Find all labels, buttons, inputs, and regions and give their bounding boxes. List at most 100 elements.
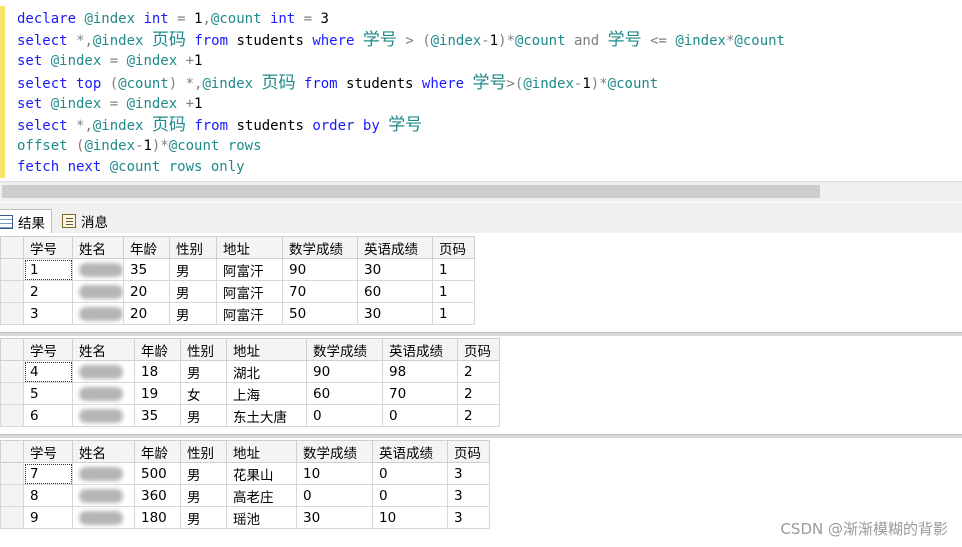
row-header-corner[interactable] <box>0 338 24 361</box>
row-header[interactable] <box>0 302 24 325</box>
code-line[interactable]: select *,@index 页码 from students order b… <box>17 115 785 136</box>
table-cell[interactable]: 男 <box>180 506 227 529</box>
name-cell-redacted[interactable] <box>72 258 124 281</box>
row-header-corner[interactable] <box>0 440 24 463</box>
code-line[interactable]: set @index = @index +1 <box>17 94 785 115</box>
grid-splitter[interactable] <box>0 332 962 336</box>
table-cell[interactable]: 2 <box>23 280 73 303</box>
table-cell[interactable]: 18 <box>134 360 181 383</box>
table-cell[interactable]: 0 <box>372 462 448 485</box>
column-header[interactable]: 年龄 <box>134 440 181 463</box>
column-header[interactable]: 数学成绩 <box>282 236 358 259</box>
code-line[interactable]: set @index = @index +1 <box>17 51 785 72</box>
table-cell[interactable]: 2 <box>457 382 500 405</box>
column-header[interactable]: 姓名 <box>72 338 135 361</box>
column-header[interactable]: 姓名 <box>72 440 135 463</box>
table-cell[interactable]: 瑶池 <box>226 506 297 529</box>
column-header[interactable]: 地址 <box>226 440 297 463</box>
column-header[interactable]: 地址 <box>216 236 283 259</box>
column-header[interactable]: 姓名 <box>72 236 124 259</box>
column-header[interactable]: 学号 <box>23 236 73 259</box>
column-header[interactable]: 页码 <box>457 338 500 361</box>
table-cell[interactable]: 500 <box>134 462 181 485</box>
table-cell[interactable]: 98 <box>382 360 458 383</box>
table-cell[interactable]: 上海 <box>226 382 307 405</box>
table-cell[interactable]: 0 <box>306 404 383 427</box>
name-cell-redacted[interactable] <box>72 360 135 383</box>
table-cell[interactable]: 男 <box>169 302 217 325</box>
row-header[interactable] <box>0 506 24 529</box>
column-header[interactable]: 年龄 <box>134 338 181 361</box>
sql-code[interactable]: declare @index int = 1,@count int = 3 sel… <box>17 9 785 179</box>
table-row[interactable]: 1 35 男阿富汗 90 30 1 <box>0 258 475 281</box>
table-cell[interactable]: 东土大唐 <box>226 404 307 427</box>
table-cell[interactable]: 7 <box>23 462 73 485</box>
table-cell[interactable]: 30 <box>357 258 433 281</box>
table-cell[interactable]: 男 <box>169 280 217 303</box>
table-cell[interactable]: 9 <box>23 506 73 529</box>
table-cell[interactable]: 男 <box>180 484 227 507</box>
table-cell[interactable]: 35 <box>134 404 181 427</box>
column-header[interactable]: 年龄 <box>123 236 170 259</box>
table-cell[interactable]: 3 <box>447 462 490 485</box>
table-cell[interactable]: 3 <box>447 506 490 529</box>
name-cell-redacted[interactable] <box>72 484 135 507</box>
table-cell[interactable]: 男 <box>169 258 217 281</box>
table-cell[interactable]: 19 <box>134 382 181 405</box>
table-cell[interactable]: 0 <box>296 484 373 507</box>
name-cell-redacted[interactable] <box>72 462 135 485</box>
table-cell[interactable]: 1 <box>432 280 475 303</box>
column-header[interactable]: 页码 <box>447 440 490 463</box>
tab-results[interactable]: 结果 <box>0 209 52 233</box>
row-header[interactable] <box>0 382 24 405</box>
column-header[interactable]: 英语成绩 <box>372 440 448 463</box>
table-cell[interactable]: 90 <box>282 258 358 281</box>
code-line[interactable]: select *,@index 页码 from students where 学… <box>17 30 785 51</box>
table-cell[interactable]: 0 <box>372 484 448 507</box>
result-grid-1[interactable]: 学号 姓名 年龄 性别 地址 数学成绩 英语成绩 页码 1 35 男阿富汗 90 30 1 2 20 男阿富汗 7… <box>0 236 475 325</box>
table-row[interactable]: 2 20 男阿富汗 70 60 1 <box>0 280 475 303</box>
table-cell[interactable]: 90 <box>306 360 383 383</box>
table-cell[interactable]: 10 <box>372 506 448 529</box>
scrollbar-thumb[interactable] <box>2 185 820 198</box>
table-cell[interactable]: 360 <box>134 484 181 507</box>
table-row[interactable]: 5 19 女上海 60 70 2 <box>0 382 500 405</box>
name-cell-redacted[interactable] <box>72 404 135 427</box>
table-cell[interactable]: 高老庄 <box>226 484 297 507</box>
column-header[interactable]: 学号 <box>23 440 73 463</box>
table-cell[interactable]: 阿富汗 <box>216 280 283 303</box>
table-cell[interactable]: 阿富汗 <box>216 258 283 281</box>
row-header[interactable] <box>0 258 24 281</box>
table-row[interactable]: 3 20 男阿富汗 50 30 1 <box>0 302 475 325</box>
result-grid-3[interactable]: 学号 姓名 年龄 性别 地址 数学成绩 英语成绩 页码 7 500 男花果山 10 0 3 8 360 男高老庄… <box>0 440 490 529</box>
table-cell[interactable]: 花果山 <box>226 462 297 485</box>
name-cell-redacted[interactable] <box>72 382 135 405</box>
column-header[interactable]: 页码 <box>432 236 475 259</box>
column-header[interactable]: 性别 <box>180 440 227 463</box>
code-line[interactable]: select top (@count) *,@index 页码 from stu… <box>17 73 785 94</box>
name-cell-redacted[interactable] <box>72 506 135 529</box>
table-cell[interactable]: 5 <box>23 382 73 405</box>
table-cell[interactable]: 男 <box>180 404 227 427</box>
row-header-corner[interactable] <box>0 236 24 259</box>
table-cell[interactable]: 4 <box>23 360 73 383</box>
column-header[interactable]: 英语成绩 <box>357 236 433 259</box>
table-cell[interactable]: 女 <box>180 382 227 405</box>
table-cell[interactable]: 20 <box>123 280 170 303</box>
table-row[interactable]: 4 18 男湖北 90 98 2 <box>0 360 500 383</box>
editor-horizontal-scrollbar[interactable] <box>0 181 962 202</box>
table-cell[interactable]: 70 <box>282 280 358 303</box>
table-cell[interactable]: 60 <box>357 280 433 303</box>
column-header[interactable]: 性别 <box>169 236 217 259</box>
table-cell[interactable]: 30 <box>296 506 373 529</box>
table-cell[interactable]: 阿富汗 <box>216 302 283 325</box>
row-header[interactable] <box>0 484 24 507</box>
name-cell-redacted[interactable] <box>72 302 124 325</box>
row-header[interactable] <box>0 280 24 303</box>
name-cell-redacted[interactable] <box>72 280 124 303</box>
column-header[interactable]: 英语成绩 <box>382 338 458 361</box>
table-cell[interactable]: 男 <box>180 462 227 485</box>
column-header[interactable]: 学号 <box>23 338 73 361</box>
column-header[interactable]: 数学成绩 <box>296 440 373 463</box>
table-cell[interactable]: 35 <box>123 258 170 281</box>
